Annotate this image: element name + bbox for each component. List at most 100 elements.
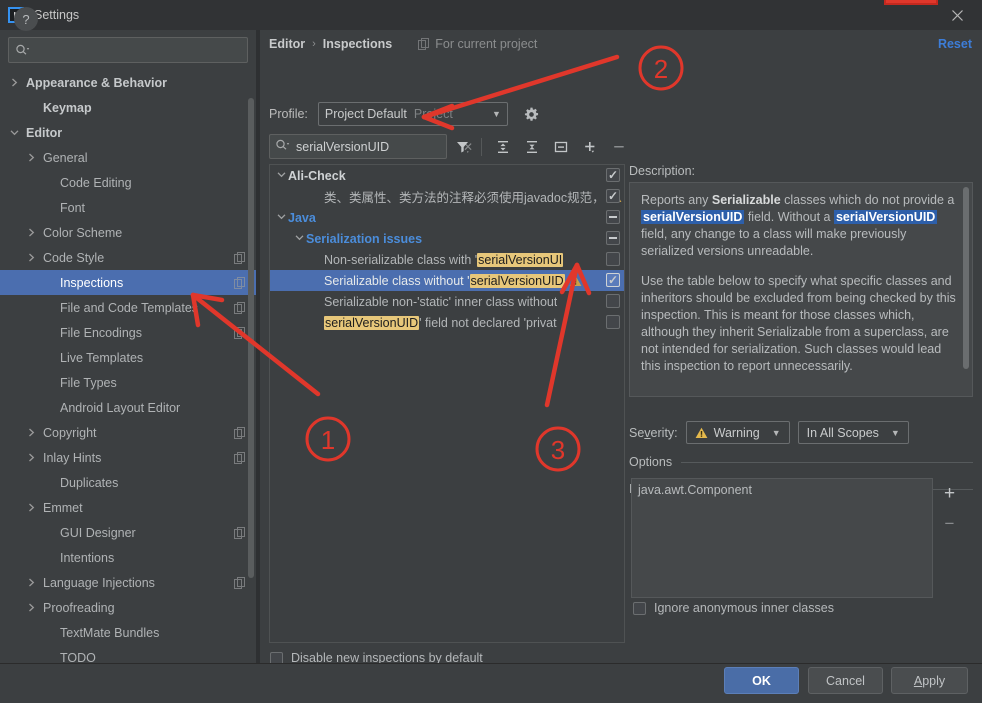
- inspection-checkbox[interactable]: [606, 252, 620, 266]
- chevron-down-icon: ▼: [491, 109, 501, 119]
- ignore-subclasses-list[interactable]: java.awt.Component: [631, 478, 933, 598]
- collapse-all-icon[interactable]: [519, 135, 545, 159]
- add-class-button[interactable]: +: [933, 478, 966, 508]
- inspection-row[interactable]: Serializable class without 'serialVersio…: [270, 270, 624, 291]
- help-button[interactable]: ?: [14, 7, 38, 31]
- ignore-anonymous-checkbox[interactable]: [633, 601, 646, 615]
- desc-bold-serializable: Serializable: [711, 193, 781, 207]
- chevron-right-icon[interactable]: [25, 251, 38, 264]
- sidebar-search-input[interactable]: [32, 42, 241, 58]
- sidebar-item-copyright[interactable]: Copyright: [0, 420, 256, 445]
- inspection-checkbox[interactable]: [606, 231, 620, 245]
- copy-icon: [234, 251, 246, 264]
- sidebar-item-general[interactable]: General: [0, 145, 256, 170]
- inspection-checkbox[interactable]: [606, 189, 620, 203]
- sidebar-item-font[interactable]: Font: [0, 195, 256, 220]
- chevron-right-icon[interactable]: [25, 226, 38, 239]
- scope-dropdown[interactable]: In All Scopes ▼: [797, 421, 909, 444]
- sidebar-item-todo[interactable]: TODO: [0, 645, 256, 664]
- sidebar-item-gui-designer[interactable]: GUI Designer: [0, 520, 256, 545]
- breadcrumb-current: Inspections: [322, 37, 393, 51]
- sidebar-item-keymap[interactable]: Keymap: [0, 95, 256, 120]
- inspection-search-box[interactable]: ✕: [269, 134, 473, 159]
- description-scrollbar[interactable]: [963, 187, 969, 369]
- gear-icon[interactable]: [524, 107, 539, 122]
- inspection-checkbox[interactable]: [606, 168, 620, 182]
- chevron-right-icon[interactable]: [25, 426, 38, 439]
- profile-dropdown[interactable]: Project Default Project ▼: [317, 102, 508, 126]
- sidebar-item-file-encodings[interactable]: File Encodings: [0, 320, 256, 345]
- sidebar-item-label: Intentions: [60, 550, 115, 565]
- apply-button[interactable]: Apply: [891, 667, 968, 694]
- inspection-checkbox[interactable]: [606, 210, 620, 224]
- sidebar-item-label: TODO: [60, 650, 96, 664]
- sidebar-item-android-layout-editor[interactable]: Android Layout Editor: [0, 395, 256, 420]
- add-icon[interactable]: [577, 135, 603, 159]
- sidebar-item-appearance-behavior[interactable]: Appearance & Behavior: [0, 70, 256, 95]
- sidebar-scrollbar[interactable]: [248, 98, 254, 578]
- chevron-right-icon[interactable]: [25, 451, 38, 464]
- inspection-row[interactable]: Non-serializable class with 'serialVersi…: [270, 249, 624, 270]
- breadcrumb-parent[interactable]: Editor: [269, 37, 305, 51]
- sidebar-item-textmate-bundles[interactable]: TextMate Bundles: [0, 620, 256, 645]
- sidebar-item-duplicates[interactable]: Duplicates: [0, 470, 256, 495]
- inspection-row[interactable]: Serializable non-'static' inner class wi…: [270, 291, 624, 312]
- sidebar-item-intentions[interactable]: Intentions: [0, 545, 256, 570]
- chevron-right-icon[interactable]: [25, 501, 38, 514]
- settings-sidebar: Appearance & Behavior Keymap Editor General…: [0, 30, 256, 663]
- inspection-checkbox[interactable]: [606, 315, 620, 329]
- list-item[interactable]: java.awt.Component: [638, 483, 926, 497]
- sidebar-item-proofreading[interactable]: Proofreading: [0, 595, 256, 620]
- cancel-button[interactable]: Cancel: [808, 667, 883, 694]
- inspection-search-input[interactable]: [294, 138, 459, 155]
- sidebar-item-file-and-code-templates[interactable]: File and Code Templates: [0, 295, 256, 320]
- search-match-highlight: serialVersionUID: [324, 315, 420, 330]
- ok-button[interactable]: OK: [724, 667, 799, 694]
- inspection-checkbox[interactable]: [606, 273, 620, 287]
- reset-link[interactable]: Reset: [938, 37, 972, 51]
- close-icon[interactable]: [946, 5, 968, 25]
- sidebar-item-color-scheme[interactable]: Color Scheme: [0, 220, 256, 245]
- inspection-row[interactable]: Ali-Check: [270, 165, 624, 186]
- sidebar-item-inlay-hints[interactable]: Inlay Hints: [0, 445, 256, 470]
- remove-icon[interactable]: [606, 135, 632, 159]
- chevron-right-icon[interactable]: [8, 76, 21, 89]
- sidebar-item-emmet[interactable]: Emmet: [0, 495, 256, 520]
- scope-note: For current project: [418, 37, 537, 51]
- group-by-icon[interactable]: [548, 135, 574, 159]
- chevron-right-icon[interactable]: [25, 576, 38, 589]
- sidebar-search-box[interactable]: [8, 37, 248, 63]
- chevron-down-icon[interactable]: [8, 126, 21, 139]
- copy-icon: [234, 426, 246, 439]
- remove-class-button[interactable]: −: [933, 508, 966, 538]
- sidebar-item-inspections[interactable]: Inspections: [0, 270, 256, 295]
- sidebar-item-code-style[interactable]: Code Style: [0, 245, 256, 270]
- inspection-checkbox[interactable]: [606, 294, 620, 308]
- copy-icon: [234, 301, 246, 314]
- chevron-right-icon[interactable]: [25, 601, 38, 614]
- inspection-row[interactable]: 类、类属性、类方法的注释必须使用javadoc规范，: [270, 186, 624, 207]
- chevron-down-icon[interactable]: [274, 212, 288, 223]
- sidebar-item-label: Inlay Hints: [43, 450, 102, 465]
- filter-icon[interactable]: [450, 135, 476, 159]
- chevron-right-icon[interactable]: [25, 151, 38, 164]
- ignore-anonymous-row[interactable]: Ignore anonymous inner classes: [633, 601, 834, 615]
- chevron-down-icon[interactable]: [292, 233, 306, 244]
- sidebar-item-editor[interactable]: Editor: [0, 120, 256, 145]
- sidebar-item-live-templates[interactable]: Live Templates: [0, 345, 256, 370]
- chevron-down-icon[interactable]: [274, 170, 288, 181]
- sidebar-item-language-injections[interactable]: Language Injections: [0, 570, 256, 595]
- sidebar-item-code-editing[interactable]: Code Editing: [0, 170, 256, 195]
- inspection-row[interactable]: Serialization issues: [270, 228, 624, 249]
- inspection-row[interactable]: serialVersionUID' field not declared 'pr…: [270, 312, 624, 333]
- warning-triangle-icon: [695, 427, 708, 439]
- ignore-list-buttons: + −: [933, 478, 966, 598]
- inspection-row[interactable]: Java: [270, 207, 624, 228]
- sidebar-item-file-types[interactable]: File Types: [0, 370, 256, 395]
- expand-all-icon[interactable]: [490, 135, 516, 159]
- severity-dropdown[interactable]: Warning ▼: [685, 421, 790, 444]
- search-match-highlight: serialVersionUI: [477, 252, 564, 267]
